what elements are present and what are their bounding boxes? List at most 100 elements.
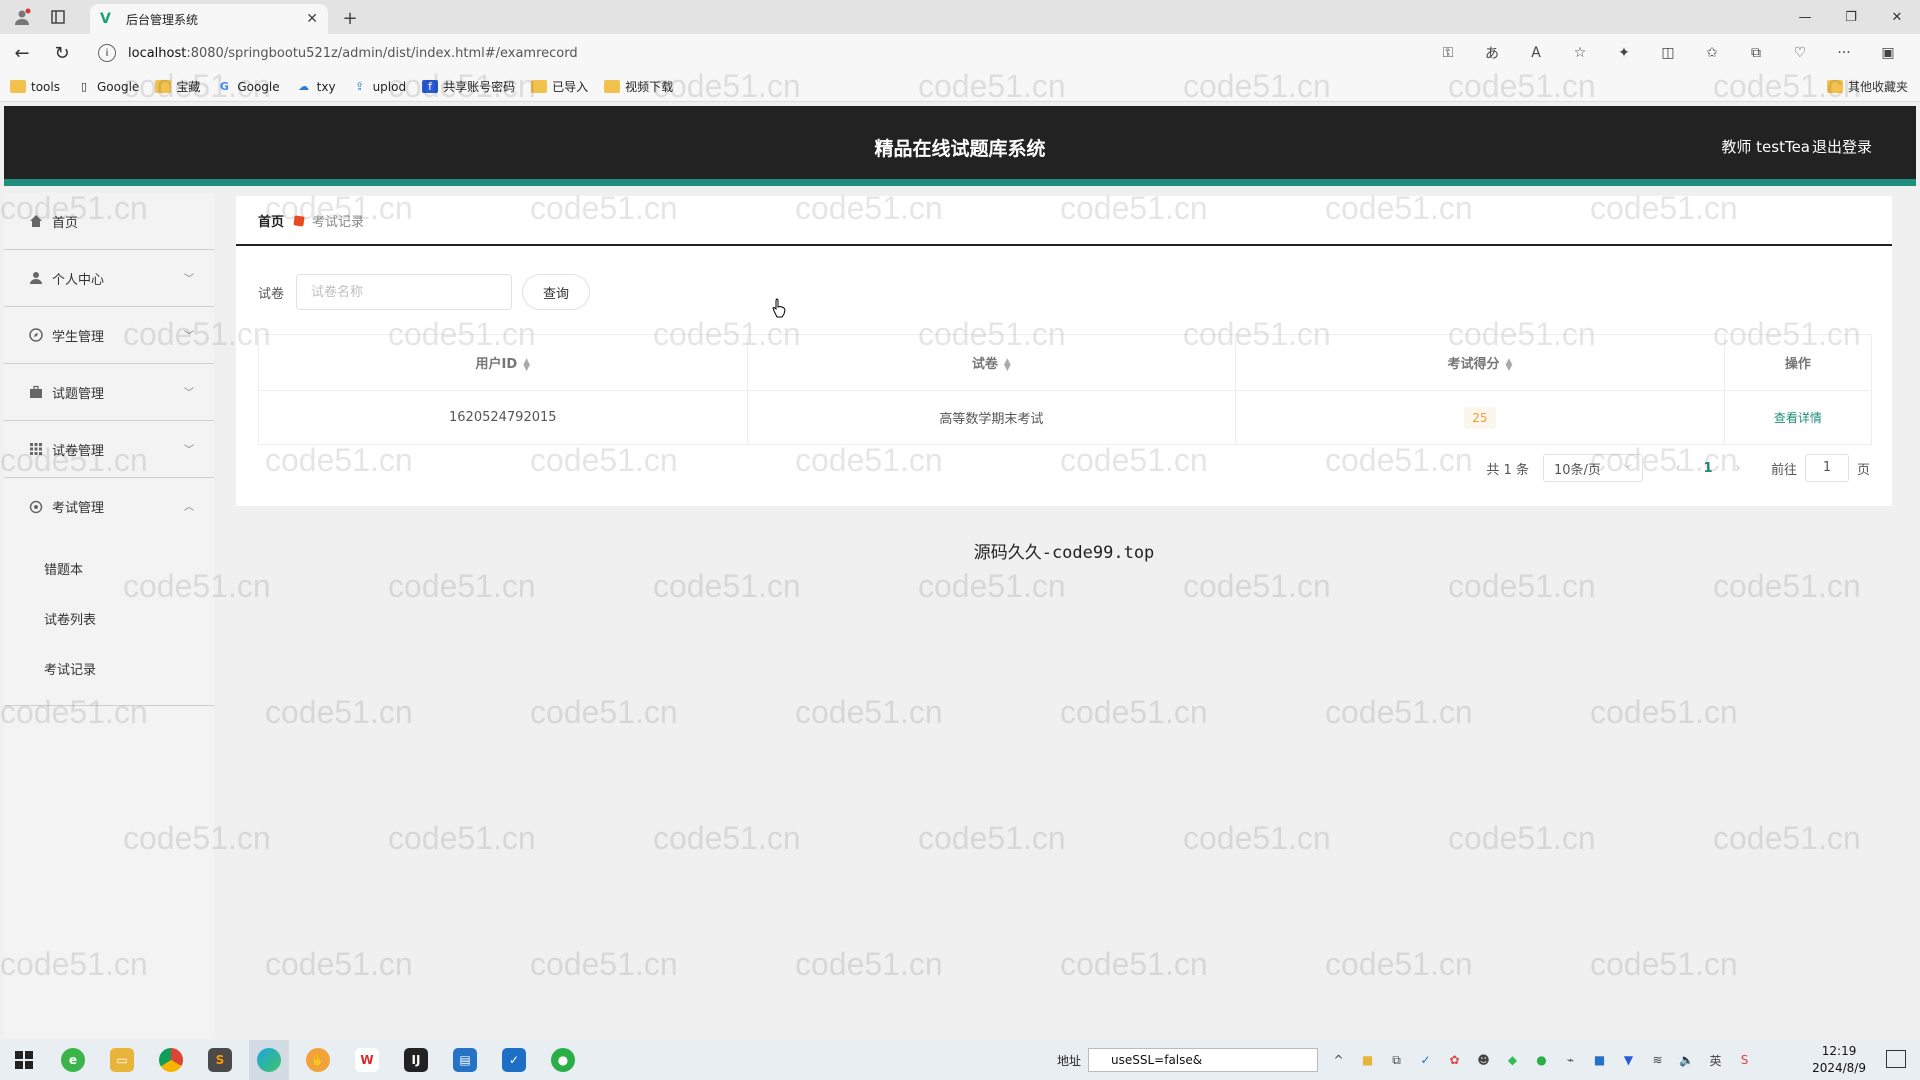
next-page-icon[interactable]: ›: [1723, 461, 1753, 476]
compass-icon: [28, 327, 44, 343]
sidebar-item-question-management[interactable]: 试题管理 ﹀: [4, 364, 214, 421]
chrome-icon[interactable]: [151, 1040, 191, 1080]
bookmark-tools[interactable]: tools: [10, 80, 60, 94]
tab-actions-icon[interactable]: [44, 3, 72, 31]
breadcrumb-home[interactable]: 首页: [258, 211, 284, 230]
watermark-text: code51.cn: [388, 820, 536, 856]
upload-icon: ⇪: [354, 80, 365, 93]
wps-icon[interactable]: W: [347, 1040, 387, 1080]
sidebar-item-home[interactable]: 首页: [4, 193, 214, 250]
user-icon: [28, 270, 44, 286]
logout-button[interactable]: 退出登录: [1812, 136, 1872, 157]
tray-app-icon[interactable]: ■: [1585, 1053, 1614, 1067]
wifi-icon[interactable]: ≋: [1643, 1053, 1672, 1067]
sidebar-item-personal-center[interactable]: 个人中心 ﹀: [4, 250, 214, 307]
browser-tab[interactable]: V 后台管理系统 ✕: [90, 4, 328, 34]
taskbar-address-input[interactable]: useSSL=false&: [1088, 1048, 1318, 1072]
goto-page-input[interactable]: 1: [1804, 454, 1849, 482]
split-screen-icon[interactable]: ◫: [1646, 38, 1690, 68]
read-aloud-icon[interactable]: A: [1514, 38, 1558, 68]
sidebar-toggle-icon[interactable]: ▣: [1866, 38, 1910, 68]
exam-submenu: 错题本 试卷列表 考试记录: [4, 535, 214, 706]
sort-icon[interactable]: ▲ ▼: [1004, 357, 1011, 372]
sublime-icon[interactable]: S: [200, 1040, 240, 1080]
tray-app-icon[interactable]: ⧉: [1382, 1053, 1411, 1068]
sidebar-subitem-wrong-questions[interactable]: 错题本: [4, 543, 214, 593]
folder-icon: [155, 80, 172, 93]
word-app-icon[interactable]: ▤: [445, 1040, 485, 1080]
profile-icon[interactable]: [8, 3, 36, 31]
ime-indicator[interactable]: 英: [1701, 1052, 1730, 1069]
tray-expand-icon[interactable]: ^: [1324, 1053, 1353, 1067]
tray-app-icon[interactable]: ⌁: [1556, 1053, 1585, 1067]
sort-icon[interactable]: ▲ ▼: [1505, 357, 1512, 372]
column-header-paper[interactable]: 试卷 ▲ ▼: [746, 334, 1237, 391]
sort-icon[interactable]: ▲ ▼: [523, 357, 530, 372]
bookmark-baozang[interactable]: 宝藏: [155, 78, 200, 95]
tab-title: 后台管理系统: [126, 12, 199, 27]
tray-app-icon[interactable]: ▼: [1614, 1053, 1643, 1067]
restore-icon[interactable]: ❐: [1828, 0, 1874, 34]
refresh-icon[interactable]: ↻: [44, 38, 80, 68]
bookmark-google-page[interactable]: ▯ Google: [76, 80, 139, 94]
column-header-user-id[interactable]: 用户ID ▲ ▼: [258, 334, 748, 391]
file-explorer-icon[interactable]: ▭: [102, 1040, 142, 1080]
sidebar-subitem-paper-list[interactable]: 试卷列表: [4, 593, 214, 643]
tray-app-icon[interactable]: ☻: [1469, 1053, 1498, 1067]
page-size-select[interactable]: 10条/页 ﹀: [1542, 454, 1643, 482]
taskbar-clock[interactable]: 12:19 2024/8/9: [1812, 1043, 1866, 1077]
minimize-icon[interactable]: —: [1782, 0, 1828, 34]
bookmark-txy[interactable]: ☁ txy: [296, 80, 335, 94]
intellij-icon[interactable]: IJ: [396, 1040, 436, 1080]
more-icon[interactable]: ···: [1822, 38, 1866, 68]
paper-name-input[interactable]: [296, 274, 513, 310]
bookmark-other[interactable]: 其他收藏夹: [1826, 78, 1908, 95]
table-row: 1620524792015 高等数学期末考试 25 查看详情: [258, 390, 1873, 445]
cell-paper: 高等数学期末考试: [746, 390, 1237, 445]
bookmark-video-download[interactable]: 视频下载: [604, 78, 673, 95]
bookmark-imported[interactable]: 已导入: [531, 78, 588, 95]
sidebar-item-student-management[interactable]: 学生管理 ﹀: [4, 307, 214, 364]
tray-app-icon[interactable]: S: [1730, 1053, 1759, 1067]
new-tab-icon[interactable]: +: [336, 4, 364, 32]
notification-icon[interactable]: [1886, 1050, 1906, 1068]
site-info-icon[interactable]: i: [98, 44, 116, 62]
watermark-text: code51.cn: [1183, 568, 1331, 604]
favorites-icon[interactable]: ✩: [1690, 38, 1734, 68]
browser-essentials-icon[interactable]: ♡: [1778, 38, 1822, 68]
page-number[interactable]: 1: [1693, 461, 1723, 476]
hand-app-icon[interactable]: ✋: [298, 1040, 338, 1080]
close-tab-icon[interactable]: ✕: [306, 11, 318, 27]
url-field[interactable]: i localhost:8080/springbootu521z/admin/d…: [88, 38, 1448, 68]
vscode-icon[interactable]: ✓: [494, 1040, 534, 1080]
browser-360-icon[interactable]: e: [53, 1040, 93, 1080]
collections-icon[interactable]: ⧉: [1734, 38, 1778, 68]
volume-icon[interactable]: 🔈: [1672, 1053, 1701, 1067]
windows-start-icon[interactable]: [4, 1040, 44, 1080]
bookmark-uplod[interactable]: ⇪ uplod: [352, 80, 406, 94]
column-header-score[interactable]: 考试得分 ▲ ▼: [1235, 334, 1725, 391]
view-details-link[interactable]: 查看详情: [1774, 411, 1822, 425]
prev-page-icon[interactable]: ‹: [1663, 461, 1693, 476]
watermark-text: code51.cn: [1060, 946, 1208, 982]
wechat-icon[interactable]: ●: [543, 1040, 583, 1080]
sidebar-subitem-exam-records[interactable]: 考试记录: [4, 643, 214, 693]
bookmark-google[interactable]: G Google: [216, 80, 280, 94]
tray-app-icon[interactable]: ■: [1353, 1053, 1382, 1067]
back-icon[interactable]: ←: [4, 38, 40, 68]
translate-icon[interactable]: あ: [1470, 38, 1514, 68]
sidebar-item-exam-management[interactable]: 考试管理 ︿: [4, 478, 214, 535]
edge-icon[interactable]: [249, 1040, 289, 1080]
key-icon[interactable]: ⚿: [1426, 38, 1470, 68]
bookmark-shared-accounts[interactable]: f 共享账号密码: [422, 78, 515, 95]
tray-app-icon[interactable]: ✿: [1440, 1053, 1469, 1067]
tray-wechat-icon[interactable]: ●: [1527, 1053, 1556, 1067]
tray-vscode-icon[interactable]: ✓: [1411, 1053, 1440, 1067]
extensions-icon[interactable]: ✦: [1602, 38, 1646, 68]
close-window-icon[interactable]: ✕: [1874, 0, 1920, 34]
tray-app-icon[interactable]: ◆: [1498, 1053, 1527, 1067]
favorite-star-icon[interactable]: ☆: [1558, 38, 1602, 68]
query-button[interactable]: 查询: [522, 274, 591, 310]
sidebar-item-paper-management[interactable]: 试卷管理 ﹀: [4, 421, 214, 478]
app-icon: f: [422, 80, 439, 93]
